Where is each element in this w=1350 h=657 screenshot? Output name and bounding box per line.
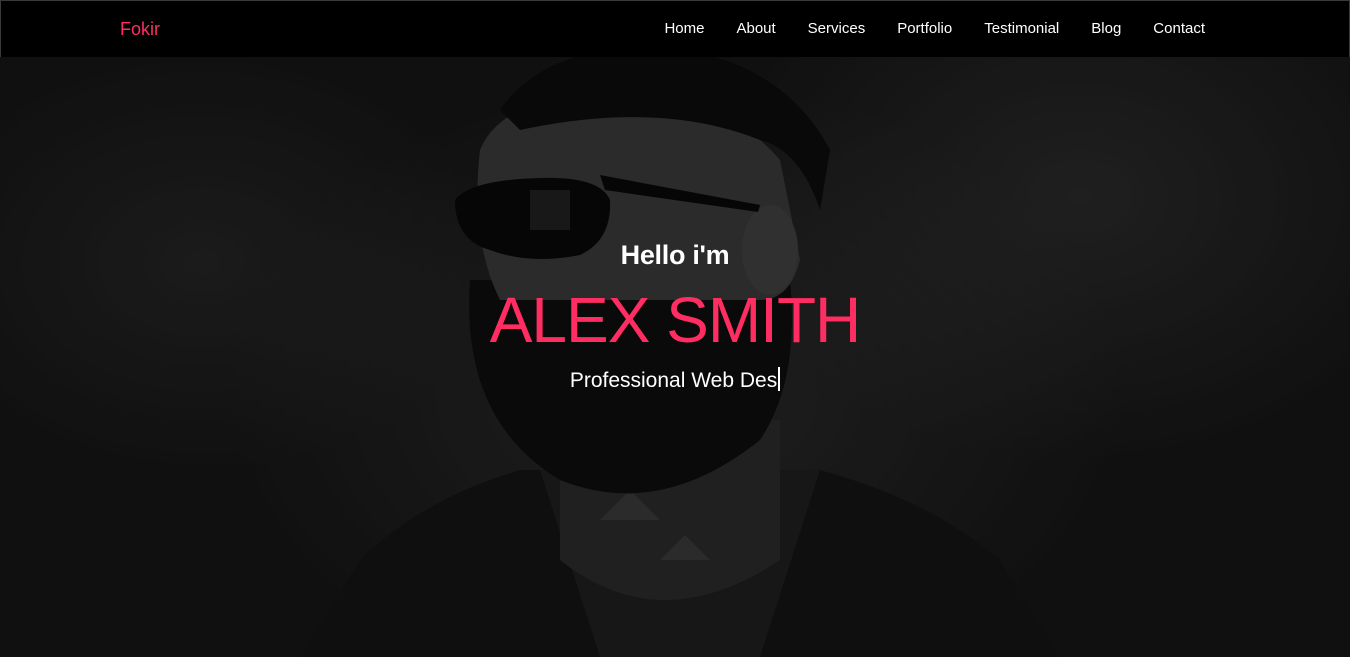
hero-name: ALEX SMITH bbox=[489, 284, 862, 356]
brand-logo[interactable]: Fokir bbox=[120, 19, 160, 40]
nav-link-testimonial[interactable]: Testimonial bbox=[968, 20, 1075, 37]
nav-link-services[interactable]: Services bbox=[792, 20, 882, 37]
hero-content: Hello i'm ALEX SMITH Professional Web De… bbox=[0, 240, 1350, 393]
nav-menu: Home About Services Portfolio Testimonia… bbox=[648, 20, 1221, 37]
nav-link-contact[interactable]: Contact bbox=[1137, 20, 1221, 37]
nav-link-blog[interactable]: Blog bbox=[1075, 20, 1137, 37]
hero-section: Hello i'm ALEX SMITH Professional Web De… bbox=[0, 0, 1350, 657]
hero-greeting: Hello i'm bbox=[620, 240, 730, 270]
nav-link-portfolio[interactable]: Portfolio bbox=[881, 20, 968, 37]
top-navbar: Fokir Home About Services Portfolio Test… bbox=[0, 0, 1350, 57]
hero-role: Professional Web Des bbox=[0, 367, 1350, 393]
typing-caret bbox=[778, 367, 781, 391]
nav-link-about[interactable]: About bbox=[720, 20, 791, 37]
nav-link-home[interactable]: Home bbox=[648, 20, 720, 37]
hero-role-typed-text: Professional Web Des bbox=[569, 369, 778, 392]
